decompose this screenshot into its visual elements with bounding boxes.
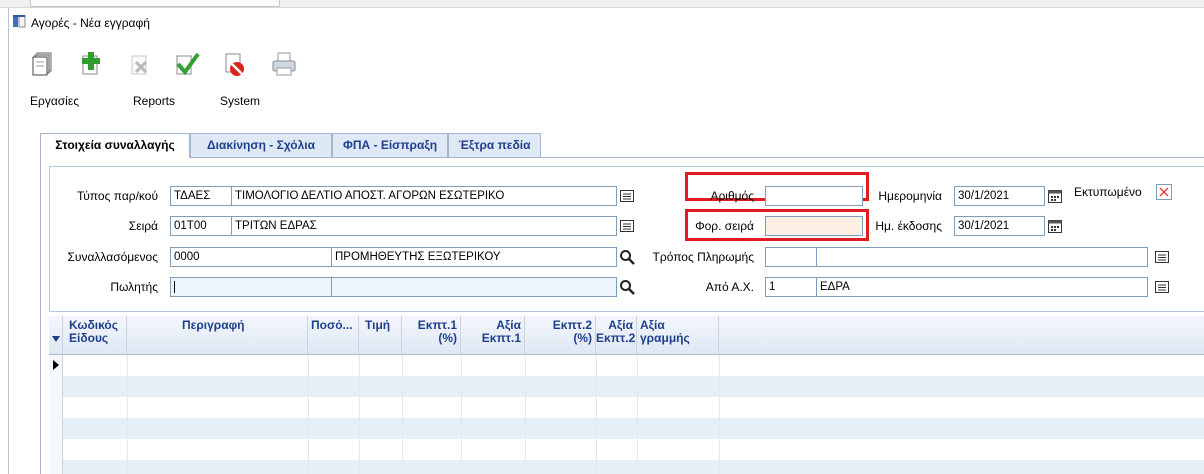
counterparty-label: Συναλλασόμενος [67,250,158,264]
delete-icon[interactable] [127,50,153,78]
printed-label: Εκτυπωμένο [1074,185,1142,199]
issue-date-label: Ημ. έκδοσης [875,219,942,233]
salesperson-code-input[interactable] [170,277,332,297]
doc-type-description-input[interactable]: ΤΙΜΟΛΟΓΙΟ ΔΕΛΤΙΟ ΑΠΟΣΤ. ΑΓΟΡΩΝ ΕΣΩΤΕΡΙΚΟ [231,186,617,206]
series-label: Σειρά [128,219,158,233]
top-strip [0,0,1204,8]
column-divider [127,355,128,474]
warehouse-label: Από Α.Χ. [705,280,754,294]
warehouse-description-input[interactable]: ΕΔΡΑ [816,277,1148,297]
column-header-line-value[interactable]: Αξία γραμμής [637,316,719,355]
header-line: Είδους [69,331,109,345]
text-caret [174,281,175,293]
column-header-description[interactable]: Περιγραφή [127,316,308,355]
search-icon[interactable] [617,277,637,297]
column-header-discount2-value[interactable]: Αξία Εκπτ.2 [596,316,637,355]
column-divider [359,355,360,474]
column-chooser-icon[interactable] [49,316,63,355]
header-line: Περιγραφή [182,318,245,332]
tax-series-input[interactable] [765,216,863,236]
grid-column-lines [49,355,1204,474]
payment-method-label: Τρόπος Πληρωμής [652,250,754,264]
cancel-icon[interactable] [222,50,248,78]
column-divider [402,355,403,474]
tab-extra-fields[interactable]: Έξτρα πεδία [448,133,541,157]
number-label: Αριθμός [710,189,754,203]
header-line: Τιμή [365,318,391,332]
calendar-icon[interactable] [1045,216,1065,236]
window-icon [12,14,26,28]
payment-method-code-input[interactable] [765,247,817,267]
column-divider [596,355,597,474]
column-divider [461,355,462,474]
doc-type-label: Τύπος παρ/κού [76,189,158,203]
issue-date-input[interactable]: 30/1/2021 [954,216,1045,236]
search-icon[interactable] [617,247,637,267]
column-header-discount1-pct[interactable]: Εκπτ.1 (%) [402,316,461,355]
menu-reports[interactable]: Reports [133,94,175,108]
new-document-icon[interactable] [30,50,56,78]
number-input[interactable] [765,186,863,206]
salesperson-name-input[interactable] [331,277,617,297]
menu-tasks[interactable]: Εργασίες [30,94,79,108]
window-title: Αγορές - Νέα εγγραφή [31,16,150,30]
list-icon[interactable] [617,216,637,236]
counterparty-code-input[interactable]: 0000 [170,247,332,267]
add-icon[interactable] [78,50,104,78]
header-line: γραμμής [640,331,690,345]
column-divider [308,355,309,474]
date-input[interactable]: 30/1/2021 [954,186,1045,206]
series-description-input[interactable]: ΤΡΙΤΩΝ ΕΔΡΑΣ [231,216,617,236]
column-header-price[interactable]: Τιμή [359,316,402,355]
background-window-fragment [30,0,280,7]
date-label: Ημερομηνία [878,189,942,203]
header-line: Εκπτ.2 [596,331,636,345]
column-divider [637,355,638,474]
tab-transaction-details[interactable]: Στοιχεία συναλλαγής [40,133,190,158]
column-header-discount2-pct[interactable]: Εκπτ.2 (%) [525,316,596,355]
list-icon[interactable] [617,186,637,206]
print-icon[interactable] [271,50,297,78]
current-row-arrow-icon [52,359,60,373]
grid-header: Κωδικός Είδους Περιγραφή Ποσό... Τιμή Εκ… [49,316,1204,355]
header-line: Ποσό... [311,318,353,332]
warehouse-code-input[interactable]: 1 [765,277,817,297]
list-icon[interactable] [1152,277,1172,297]
menu-system[interactable]: System [220,94,260,108]
counterparty-name-input[interactable]: ΠΡΟΜΗΘΕΥΤΗΣ ΕΞΩΤΕΡΙΚΟΥ [331,247,617,267]
series-code-input[interactable]: 01Τ00 [170,216,232,236]
doc-type-code-input[interactable]: ΤΔΑΕΣ [170,186,232,206]
salesperson-label: Πωλητής [110,280,158,294]
column-header-item-code[interactable]: Κωδικός Είδους [63,316,127,355]
header-line: (%) [438,331,457,345]
tab-vat-collection[interactable]: ΦΠΑ - Είσπραξη [332,133,448,157]
column-header-discount1-value[interactable]: Αξία Εκπτ.1 [461,316,525,355]
header-line: (%) [573,331,592,345]
save-check-icon[interactable] [174,50,200,78]
list-icon[interactable] [1152,247,1172,267]
tab-shipping-comments[interactable]: Διακίνηση - Σχόλια [190,133,332,157]
printed-checkbox[interactable] [1156,184,1172,200]
column-divider [525,355,526,474]
payment-method-description-input[interactable] [816,247,1148,267]
calendar-icon[interactable] [1045,186,1065,206]
tax-series-label: Φορ. σειρά [695,219,754,233]
column-header-quantity[interactable]: Ποσό... [308,316,359,355]
column-divider [719,355,720,474]
header-line: Εκπτ.1 [481,331,521,345]
